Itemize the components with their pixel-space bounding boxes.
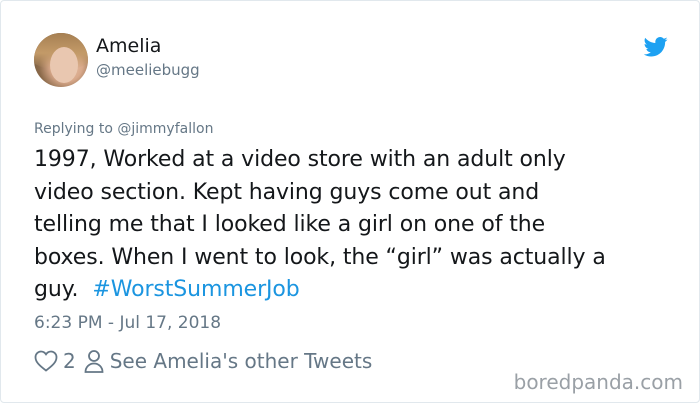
tweet-card: Amelia @meeliebugg Replying to @jimmyfal…	[0, 0, 700, 403]
tweet-text: 1997, Worked at a video store with an ad…	[34, 144, 684, 307]
like-count: 2	[63, 349, 76, 373]
tweet-line: video section. Kept having guys come out…	[34, 179, 540, 205]
tweet-line: telling me that I looked like a girl on …	[34, 212, 546, 237]
user-handle[interactable]: @meeliebugg	[96, 61, 200, 79]
user-name[interactable]: Amelia	[96, 35, 161, 57]
replying-to: Replying to @jimmyfallon	[34, 121, 214, 137]
other-tweets-link[interactable]: See Amelia's other Tweets	[110, 349, 373, 373]
twitter-bird-icon[interactable]	[644, 37, 668, 57]
watermark: boredpanda.com	[513, 370, 683, 394]
person-icon	[84, 350, 104, 373]
tweet-actions: 2 See Amelia's other Tweets	[34, 347, 372, 375]
heart-icon[interactable]	[34, 350, 58, 372]
tweet-line-last: guy. #WorstSummerJob	[34, 274, 684, 307]
hashtag-link[interactable]: #WorstSummerJob	[92, 277, 299, 302]
timestamp[interactable]: 6:23 PM - Jul 17, 2018	[34, 313, 221, 333]
tweet-line: guy.	[34, 277, 79, 302]
avatar-face	[50, 47, 78, 83]
tweet-line: 1997, Worked at a video store with an ad…	[34, 147, 566, 172]
avatar[interactable]	[34, 33, 88, 87]
tweet-line: boxes. When I went to look, the “girl” w…	[34, 244, 606, 270]
